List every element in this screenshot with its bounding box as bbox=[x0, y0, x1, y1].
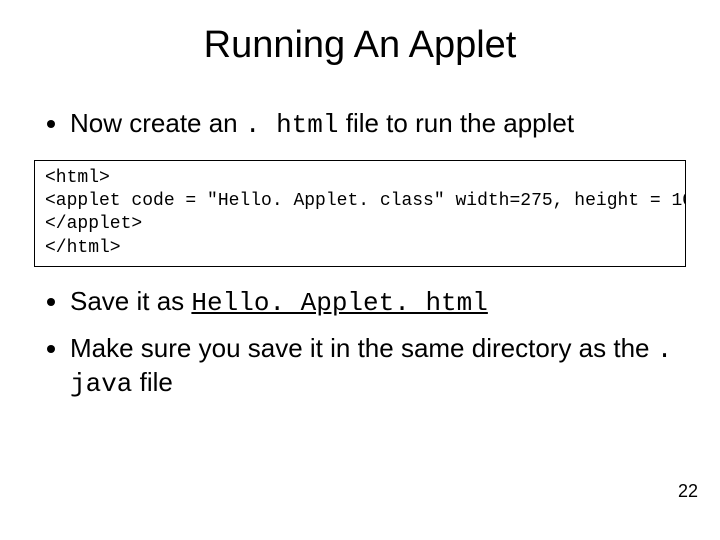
bullet1-text-b: file to run the applet bbox=[339, 108, 575, 138]
lower-section: Save it as Hello. Applet. html Make sure… bbox=[30, 285, 690, 401]
slide: Running An Applet Now create an . html f… bbox=[0, 0, 720, 540]
slide-title: Running An Applet bbox=[0, 0, 720, 77]
bullet1-text-a: Now create an bbox=[70, 108, 245, 138]
bullet-item-2: Save it as Hello. Applet. html bbox=[70, 285, 690, 320]
page-number: 22 bbox=[678, 481, 698, 502]
slide-body: Now create an . html file to run the app… bbox=[0, 77, 720, 401]
bullet3-text-a: Make sure you save it in the same direct… bbox=[70, 333, 657, 363]
bullet-item-1: Now create an . html file to run the app… bbox=[70, 107, 690, 142]
bullet-list-bottom: Save it as Hello. Applet. html Make sure… bbox=[30, 285, 690, 401]
bullet-list-top: Now create an . html file to run the app… bbox=[30, 107, 690, 142]
bullet2-text-a: Save it as bbox=[70, 286, 191, 316]
bullet3-text-b: file bbox=[132, 367, 172, 397]
bullet-item-3: Make sure you save it in the same direct… bbox=[70, 332, 690, 401]
code-box: <html> <applet code = "Hello. Applet. cl… bbox=[34, 160, 686, 268]
bullet2-code: Hello. Applet. html bbox=[191, 288, 487, 318]
bullet1-code: . html bbox=[245, 110, 339, 140]
